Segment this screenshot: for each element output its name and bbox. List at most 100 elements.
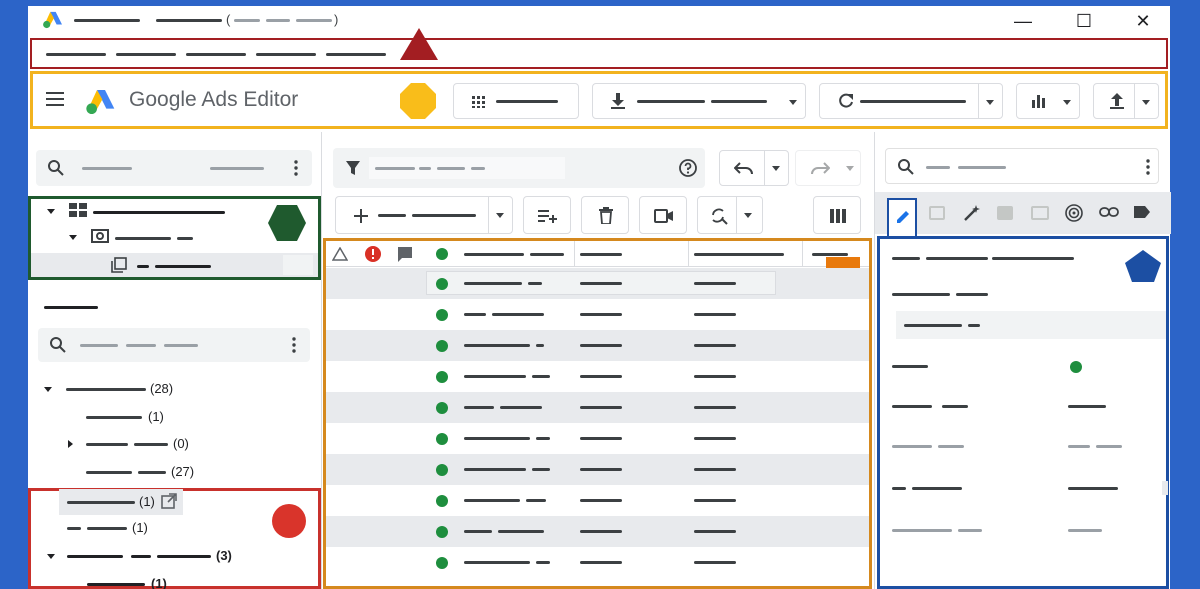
video-button[interactable] [639,196,687,234]
menu-item-3[interactable] [186,53,246,56]
expand-arrow-icon[interactable] [68,440,73,448]
type-list-search-input[interactable] [38,328,310,362]
help-icon[interactable] [679,159,697,177]
menu-item-5[interactable] [326,53,386,56]
status-dot[interactable] [436,495,448,507]
column-header-1[interactable] [464,253,524,256]
status-dot[interactable] [1070,361,1082,373]
image-tab[interactable] [997,206,1013,220]
title-id-part-2 [266,19,290,22]
field-value-5[interactable] [1068,529,1102,532]
chevron-down-icon[interactable] [846,166,854,171]
expand-arrow-icon[interactable] [47,554,55,559]
photo-tab[interactable] [929,206,945,220]
chevron-down-icon[interactable] [986,100,994,105]
error-icon[interactable] [364,245,382,263]
table-row[interactable] [326,299,869,330]
display-tab[interactable] [1031,206,1049,220]
status-dot[interactable] [436,433,448,445]
status-dot[interactable] [436,340,448,352]
make-multiple-changes-button[interactable] [523,196,571,234]
chevron-down-icon[interactable] [1063,100,1071,105]
magic-wand-icon[interactable] [963,204,981,222]
account-name-row[interactable] [93,211,225,214]
hamburger-icon[interactable] [46,92,64,106]
field-value-2[interactable] [1068,405,1106,408]
target-icon[interactable] [1065,204,1083,222]
more-vert-icon[interactable] [292,337,296,353]
table-row[interactable] [326,516,869,547]
field-input-1[interactable] [896,311,1166,339]
column-header-3[interactable] [694,253,784,256]
replace-split-button[interactable] [697,196,763,234]
tree-item[interactable]: (27) [28,459,318,485]
open-in-new-icon[interactable] [161,493,177,509]
table-row[interactable] [326,268,869,299]
filter-icon [346,161,360,175]
tree-item-bold[interactable]: (1) [31,571,321,589]
chevron-down-icon[interactable] [772,166,780,171]
menu-item-4[interactable] [256,53,316,56]
warning-triangle-icon[interactable] [332,247,348,261]
menu-item-1[interactable] [46,53,106,56]
columns-button[interactable] [813,196,861,234]
selected-ad-group-row[interactable] [31,253,318,277]
table-row[interactable] [326,392,869,423]
table-row[interactable] [326,454,869,485]
minimize-button[interactable]: — [1008,10,1038,32]
statistics-button[interactable] [1016,83,1080,119]
status-dot[interactable] [436,464,448,476]
label-icon[interactable] [1133,205,1151,219]
account-grid-button[interactable] [453,83,579,119]
tree-item-bold[interactable]: (3) [31,543,321,569]
campaign-name-row[interactable] [115,237,171,240]
table-row[interactable] [326,485,869,516]
status-dot[interactable] [436,309,448,321]
status-dot[interactable] [436,402,448,414]
redo-button[interactable] [795,150,861,186]
more-vert-icon[interactable] [1146,159,1150,175]
refresh-split-button[interactable] [819,83,1003,119]
scrollbar-thumb[interactable] [1162,481,1168,495]
status-dot[interactable] [436,278,448,290]
comment-icon[interactable] [396,245,414,263]
tree-item[interactable]: (1) [31,515,231,541]
edit-tab[interactable] [887,198,917,238]
tree-item[interactable]: (0) [28,431,318,457]
status-dot[interactable] [436,557,448,569]
get-changes-button[interactable] [592,83,806,119]
field-value-3[interactable] [1068,445,1090,448]
expand-arrow-icon[interactable] [69,235,77,240]
column-header-4[interactable] [812,253,848,256]
close-button[interactable]: ✕ [1128,10,1158,32]
tree-item[interactable]: (1) [28,404,318,430]
status-header-dot[interactable] [436,248,448,260]
tree-item-campaigns[interactable]: (28) [28,376,318,402]
status-dot[interactable] [436,526,448,538]
chevron-down-icon[interactable] [744,213,752,218]
table-row[interactable] [326,361,869,392]
more-vert-icon[interactable] [294,160,298,176]
table-row[interactable] [326,330,869,361]
undo-button[interactable] [719,150,789,186]
chevron-down-icon[interactable] [789,100,797,105]
editor-search-input[interactable] [885,148,1159,184]
link-icon[interactable] [1099,206,1119,218]
filter-input[interactable] [333,148,705,188]
table-row[interactable] [326,423,869,454]
account-search-input[interactable] [36,150,312,186]
add-split-button[interactable] [335,196,513,234]
chevron-down-icon[interactable] [1142,100,1150,105]
column-header-2[interactable] [580,253,622,256]
maximize-button[interactable]: ☐ [1069,10,1099,32]
find-replace-icon [712,208,728,225]
expand-arrow-icon[interactable] [47,209,55,214]
post-changes-button[interactable] [1093,83,1159,119]
status-dot[interactable] [436,371,448,383]
menu-item-2[interactable] [116,53,176,56]
field-value-4[interactable] [1068,487,1118,490]
table-row[interactable] [326,547,869,578]
expand-arrow-icon[interactable] [44,387,52,392]
delete-button[interactable] [581,196,629,234]
chevron-down-icon[interactable] [496,213,504,218]
